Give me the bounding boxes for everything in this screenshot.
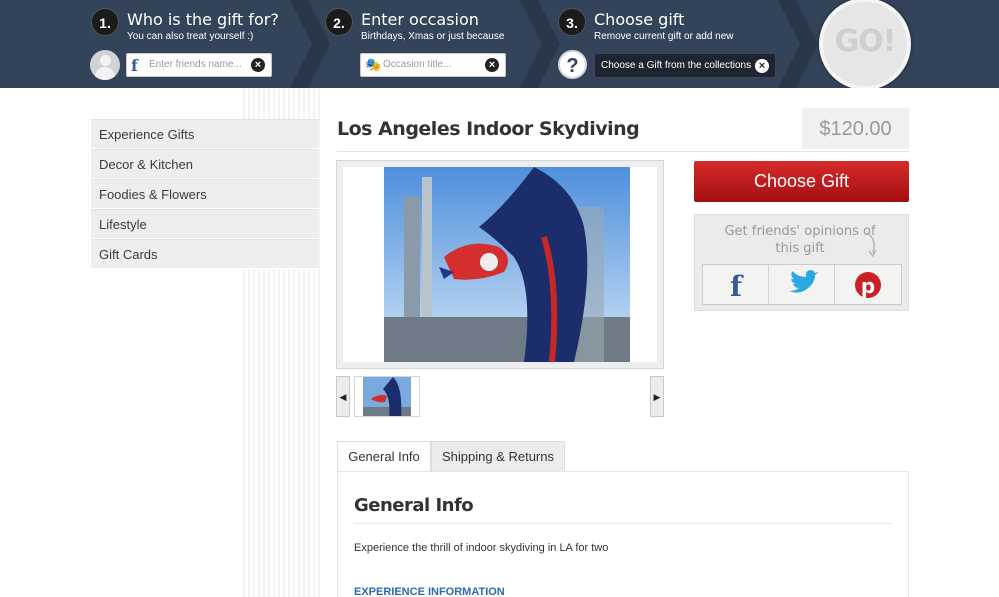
avatar: [90, 50, 120, 80]
divider: [337, 151, 909, 152]
tab-general-info[interactable]: General Info: [337, 441, 431, 472]
product-photo[interactable]: [384, 167, 630, 362]
occasion-placeholder: Occasion title...: [383, 59, 452, 70]
step-subtitle: Birthdays, Xmas or just because: [361, 31, 505, 42]
step-number: 2.: [325, 8, 353, 36]
tab-shipping-returns[interactable]: Shipping & Returns: [431, 441, 565, 472]
product-image-frame: [336, 160, 664, 369]
clear-icon[interactable]: ×: [485, 58, 499, 72]
share-box: Get friends' opinions of this gift f p: [694, 214, 909, 311]
panel-subheading: EXPERIENCE INFORMATION: [354, 586, 505, 597]
step-title: Choose gift: [594, 10, 685, 29]
share-twitter-button[interactable]: [769, 265, 835, 304]
go-button[interactable]: GO!: [819, 0, 911, 88]
wizard-bar: 1. Who is the gift for? You can also tre…: [0, 0, 999, 88]
step-recipient: 1. Who is the gift for? You can also tre…: [0, 0, 300, 88]
choose-gift-button[interactable]: Choose Gift: [694, 161, 909, 202]
friend-name-field[interactable]: f Enter friends name... ×: [126, 53, 272, 77]
twitter-icon: [789, 270, 819, 293]
sidebar-item-decor-kitchen[interactable]: Decor & Kitchen: [91, 149, 319, 179]
step-number: 3.: [558, 8, 586, 36]
step-title: Enter occasion: [361, 10, 479, 29]
pinterest-icon: p: [855, 272, 881, 298]
panel-title: General Info: [354, 495, 474, 516]
skydiving-photo-illustration: [384, 167, 630, 362]
occasion-field[interactable]: 🎭 Occasion title... ×: [360, 53, 506, 77]
share-facebook-button[interactable]: f: [703, 265, 769, 304]
category-sidebar: Experience Gifts Decor & Kitchen Foodies…: [91, 119, 319, 269]
choose-from-collections-button[interactable]: Choose a Gift from the collections ×: [594, 53, 776, 78]
share-prompt: Get friends' opinions of this gift: [724, 224, 876, 256]
sidebar-item-lifestyle[interactable]: Lifestyle: [91, 209, 319, 239]
step-occasion: 2. Enter occasion Birthdays, Xmas or jus…: [300, 0, 530, 88]
facebook-icon: f: [131, 56, 138, 75]
prev-arrow-icon[interactable]: ◀: [336, 376, 350, 417]
next-arrow-icon[interactable]: ▶: [650, 376, 664, 417]
svg-text:f: f: [730, 270, 744, 303]
price-value: $120.00: [819, 118, 892, 140]
thumbnail-image: [355, 377, 419, 416]
step-title: Who is the gift for?: [127, 10, 279, 29]
clear-icon[interactable]: ×: [755, 59, 769, 73]
sidebar-item-foodies-flowers[interactable]: Foodies & Flowers: [91, 179, 319, 209]
sidebar-item-experience-gifts[interactable]: Experience Gifts: [91, 119, 319, 149]
step-number: 1.: [91, 8, 119, 36]
thumbnail[interactable]: [354, 376, 420, 417]
clear-icon[interactable]: ×: [251, 58, 265, 72]
friend-name-placeholder: Enter friends name...: [149, 59, 242, 70]
mask-icon: 🎭: [365, 57, 382, 72]
sidebar-item-gift-cards[interactable]: Gift Cards: [91, 239, 319, 269]
go-label: GO!: [834, 24, 897, 59]
step-subtitle: Remove current gift or add new: [594, 31, 734, 42]
price-badge: $120.00: [802, 108, 909, 149]
step-subtitle: You can also treat yourself :): [127, 31, 254, 42]
share-pinterest-button[interactable]: p: [835, 265, 901, 304]
panel-description: Experience the thrill of indoor skydivin…: [354, 542, 609, 554]
facebook-icon: f: [730, 270, 744, 303]
thumbnail-strip: ◀ ▶: [336, 376, 664, 417]
share-buttons: f p: [702, 264, 902, 305]
choose-from-collections-label: Choose a Gift from the collections: [601, 60, 752, 71]
svg-text:p: p: [861, 274, 875, 298]
product-title: Los Angeles Indoor Skydiving: [337, 118, 640, 140]
help-icon[interactable]: ?: [558, 50, 587, 79]
divider: [354, 523, 892, 524]
curl-arrow-icon: [866, 232, 877, 258]
tab-panel: General Info Experience the thrill of in…: [337, 471, 909, 597]
